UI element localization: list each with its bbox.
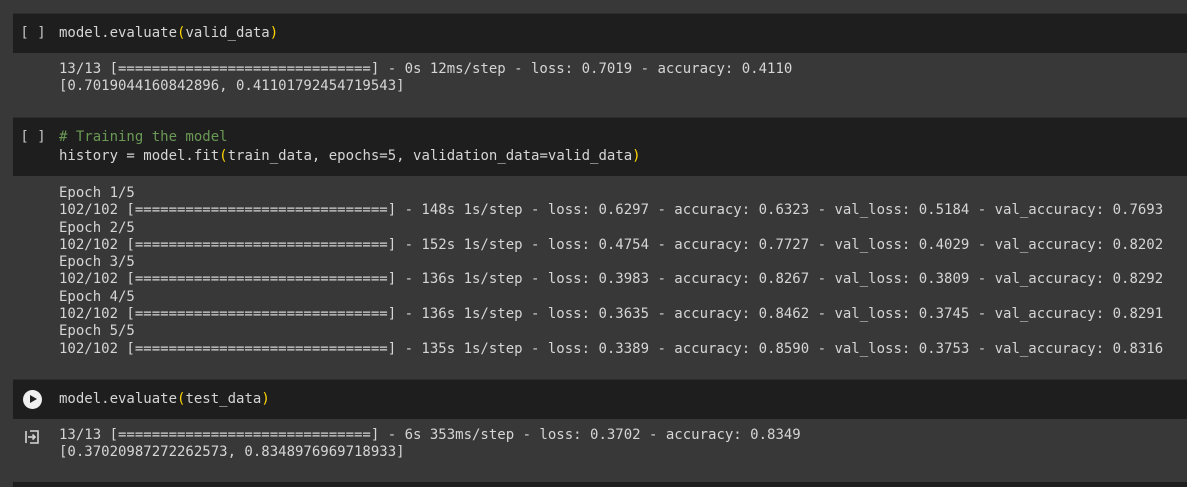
output-line: 102/102 [==============================]… bbox=[59, 340, 1164, 357]
cell-output: 13/13 [==============================] -… bbox=[13, 419, 1187, 470]
code-cell-2: [ ] # Training the model history = model… bbox=[13, 117, 1187, 366]
output-line: Epoch 4/5 bbox=[59, 288, 135, 305]
code-editor[interactable]: model.evaluate(test_data) bbox=[13, 379, 1187, 419]
code-cell-3: model.evaluate(test_data) 13/13 [=======… bbox=[13, 379, 1187, 470]
output-line: [0.7019044160842896, 0.41101792454719543… bbox=[59, 78, 405, 95]
output-line: Epoch 5/5 bbox=[59, 323, 135, 340]
code-editor[interactable]: [ ] # Training the model history = model… bbox=[13, 117, 1187, 176]
notebook: [ ] model.evaluate(valid_data) 13/13 [==… bbox=[0, 0, 1187, 487]
code-line[interactable]: model.evaluate(test_data) bbox=[59, 390, 1187, 409]
next-cell-edge bbox=[13, 482, 1187, 487]
cell-output: Epoch 1/5 102/102 [=====================… bbox=[13, 176, 1187, 366]
output-line: Epoch 3/5 bbox=[59, 254, 135, 271]
execution-count[interactable]: [ ] bbox=[13, 14, 53, 43]
code-line[interactable]: model.evaluate(valid_data) bbox=[59, 24, 1187, 43]
output-line: 102/102 [==============================]… bbox=[59, 202, 1164, 219]
output-line: Epoch 1/5 bbox=[59, 185, 135, 201]
execution-count[interactable]: [ ] bbox=[13, 118, 53, 147]
output-line: 13/13 [==============================] -… bbox=[59, 61, 793, 77]
output-line: [0.37020987272262573, 0.8348976969718933… bbox=[59, 444, 405, 461]
code-line[interactable]: history = model.fit(train_data, epochs=5… bbox=[59, 147, 1187, 166]
output-redirect-icon[interactable] bbox=[24, 429, 40, 445]
output-line: 102/102 [==============================]… bbox=[59, 236, 1164, 253]
code-editor[interactable]: [ ] model.evaluate(valid_data) bbox=[13, 13, 1187, 53]
code-cell-1: [ ] model.evaluate(valid_data) 13/13 [==… bbox=[13, 13, 1187, 104]
play-icon[interactable] bbox=[23, 390, 42, 409]
cell-output: 13/13 [==============================] -… bbox=[13, 53, 1187, 104]
output-line: 13/13 [==============================] -… bbox=[59, 427, 801, 443]
output-line: Epoch 2/5 bbox=[59, 219, 135, 236]
output-line: 102/102 [==============================]… bbox=[59, 306, 1164, 323]
output-line: 102/102 [==============================]… bbox=[59, 271, 1164, 288]
code-line[interactable]: # Training the model bbox=[59, 128, 1187, 147]
